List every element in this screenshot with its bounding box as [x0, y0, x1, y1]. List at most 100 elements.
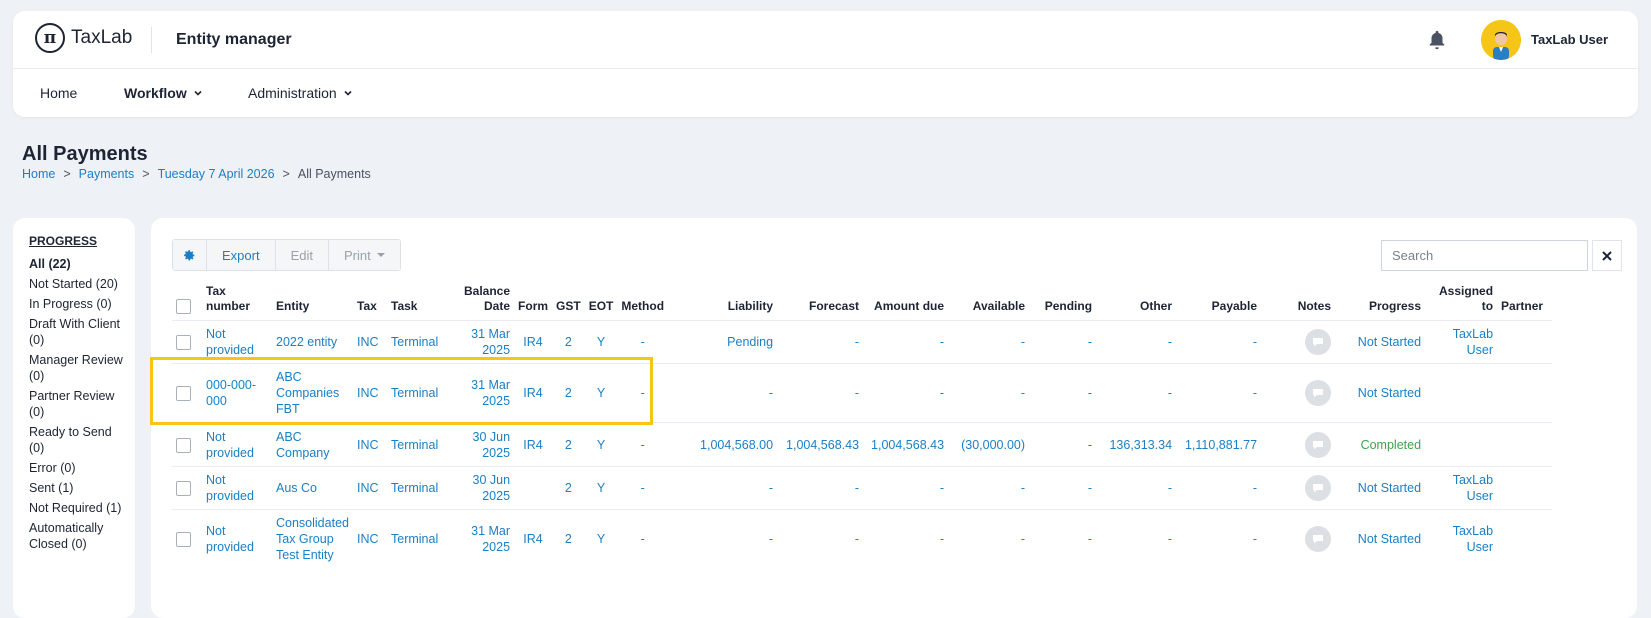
progress-filter-all[interactable]: All (22) — [29, 256, 127, 272]
cell-payable[interactable]: - — [1176, 509, 1262, 569]
cell-forecast[interactable]: - — [777, 320, 864, 364]
cell-tax[interactable]: INC — [353, 422, 387, 467]
cell-partner[interactable] — [1497, 320, 1553, 364]
cell-method[interactable]: - — [617, 466, 669, 510]
user-avatar[interactable] — [1481, 20, 1521, 60]
cell-assigned-to[interactable] — [1425, 422, 1498, 467]
cell-form[interactable]: IR4 — [514, 509, 553, 569]
cell-pending[interactable]: - — [1029, 509, 1097, 569]
cell-task[interactable]: Terminal — [387, 320, 460, 364]
cell-liability[interactable]: Pending — [668, 320, 778, 364]
col-payable[interactable]: Payable — [1176, 284, 1261, 321]
cell-form[interactable] — [514, 466, 553, 510]
progress-filter-in-progress[interactable]: In Progress (0) — [29, 296, 127, 312]
cell-progress[interactable]: Not Started — [1335, 509, 1426, 569]
notes-button[interactable] — [1305, 475, 1332, 501]
col-amount-due[interactable]: Amount due — [863, 284, 948, 321]
cell-progress[interactable]: Not Started — [1335, 466, 1426, 510]
col-form[interactable]: Form — [514, 284, 552, 321]
cell-other[interactable]: - — [1096, 320, 1177, 364]
col-eot[interactable]: EOT — [585, 284, 618, 321]
export-button[interactable]: Export — [207, 240, 276, 270]
table-row[interactable]: Not provided Consolidated Tax Group Test… — [172, 509, 1553, 569]
progress-filter-sent[interactable]: Sent (1) — [29, 480, 127, 496]
cell-gst[interactable]: 2 — [552, 363, 585, 423]
cell-eot[interactable]: Y — [584, 466, 618, 510]
cell-available[interactable]: - — [948, 509, 1030, 569]
cell-tax-number[interactable]: Not provided — [202, 320, 272, 364]
print-button[interactable]: Print — [328, 240, 400, 270]
cell-available[interactable]: - — [948, 363, 1030, 423]
cell-forecast[interactable]: - — [777, 363, 864, 423]
cell-tax[interactable]: INC — [353, 363, 387, 423]
cell-balance-date[interactable]: 30 Jun 2025 — [460, 422, 515, 467]
cell-pending[interactable]: - — [1029, 363, 1097, 423]
cell-tax-number[interactable]: Not provided — [202, 466, 272, 510]
row-checkbox[interactable] — [176, 532, 191, 548]
settings-button[interactable] — [173, 240, 207, 270]
cell-entity[interactable]: 2022 entity — [272, 320, 353, 364]
cell-payable[interactable]: - — [1176, 363, 1262, 423]
cell-progress[interactable]: Not Started — [1335, 363, 1426, 423]
progress-filter-draft-with-client[interactable]: Draft With Client (0) — [29, 316, 127, 348]
progress-filter-not-started[interactable]: Not Started (20) — [29, 276, 127, 292]
cell-other[interactable]: 136,313.34 — [1096, 422, 1177, 467]
nav-workflow[interactable]: Workflow — [124, 85, 203, 101]
cell-pending[interactable]: - — [1029, 466, 1097, 510]
progress-filter-manager-review[interactable]: Manager Review (0) — [29, 352, 127, 384]
cell-method[interactable]: - — [617, 363, 669, 423]
cell-liability[interactable]: - — [668, 509, 778, 569]
col-assigned-to[interactable]: Assigned to — [1425, 284, 1497, 321]
table-row[interactable]: Not provided ABC Company INC Terminal 30… — [172, 422, 1553, 467]
cell-entity[interactable]: ABC Companies FBT — [272, 363, 353, 423]
row-checkbox[interactable] — [176, 335, 191, 351]
cell-tax-number[interactable]: Not provided — [202, 422, 272, 467]
cell-gst[interactable]: 2 — [552, 320, 585, 364]
table-row[interactable]: 000-000-000 ABC Companies FBT INC Termin… — [172, 363, 1553, 423]
user-name[interactable]: TaxLab User — [1531, 32, 1608, 47]
cell-tax[interactable]: INC — [353, 320, 387, 364]
col-forecast[interactable]: Forecast — [777, 284, 863, 321]
notes-button[interactable] — [1305, 329, 1332, 355]
cell-balance-date[interactable]: 31 Mar 2025 — [460, 320, 515, 364]
cell-task[interactable]: Terminal — [387, 466, 460, 510]
cell-form[interactable]: IR4 — [514, 363, 553, 423]
cell-task[interactable]: Terminal — [387, 509, 460, 569]
cell-partner[interactable] — [1497, 422, 1553, 467]
cell-progress[interactable]: Not Started — [1335, 320, 1426, 364]
cell-amount-due[interactable]: - — [863, 466, 949, 510]
cell-gst[interactable]: 2 — [552, 466, 585, 510]
row-checkbox[interactable] — [176, 437, 191, 453]
cell-available[interactable]: - — [948, 320, 1030, 364]
cell-entity[interactable]: Aus Co — [272, 466, 353, 510]
cell-partner[interactable] — [1497, 363, 1553, 423]
clear-search-button[interactable] — [1592, 240, 1622, 271]
notes-button[interactable] — [1305, 431, 1332, 458]
cell-form[interactable]: IR4 — [514, 422, 553, 467]
cell-progress[interactable]: Completed — [1335, 422, 1426, 467]
col-notes[interactable]: Notes — [1261, 284, 1335, 321]
cell-entity[interactable]: ABC Company — [272, 422, 353, 467]
col-available[interactable]: Available — [948, 284, 1029, 321]
cell-available[interactable]: - — [948, 466, 1030, 510]
breadcrumb-home[interactable]: Home — [22, 167, 55, 181]
cell-task[interactable]: Terminal — [387, 363, 460, 423]
col-gst[interactable]: GST — [552, 284, 585, 321]
col-partner[interactable]: Partner — [1497, 284, 1552, 321]
cell-pending[interactable]: - — [1029, 422, 1097, 467]
progress-filter-ready-to-send[interactable]: Ready to Send (0) — [29, 424, 127, 456]
progress-filter-automatically-closed[interactable]: Automatically Closed (0) — [29, 520, 127, 552]
cell-liability[interactable]: - — [668, 466, 778, 510]
row-checkbox[interactable] — [176, 481, 191, 497]
cell-available[interactable]: (30,000.00) — [948, 422, 1030, 467]
cell-assigned-to[interactable] — [1425, 363, 1498, 423]
progress-filter-not-required[interactable]: Not Required (1) — [29, 500, 127, 516]
cell-amount-due[interactable]: 1,004,568.43 — [863, 422, 949, 467]
nav-administration[interactable]: Administration — [248, 85, 353, 101]
notes-button[interactable] — [1305, 526, 1332, 553]
col-pending[interactable]: Pending — [1029, 284, 1096, 321]
select-all-checkbox[interactable] — [176, 299, 191, 314]
col-task[interactable]: Task — [387, 284, 460, 321]
bell-icon[interactable] — [1426, 29, 1448, 51]
col-liability[interactable]: Liability — [668, 284, 777, 321]
